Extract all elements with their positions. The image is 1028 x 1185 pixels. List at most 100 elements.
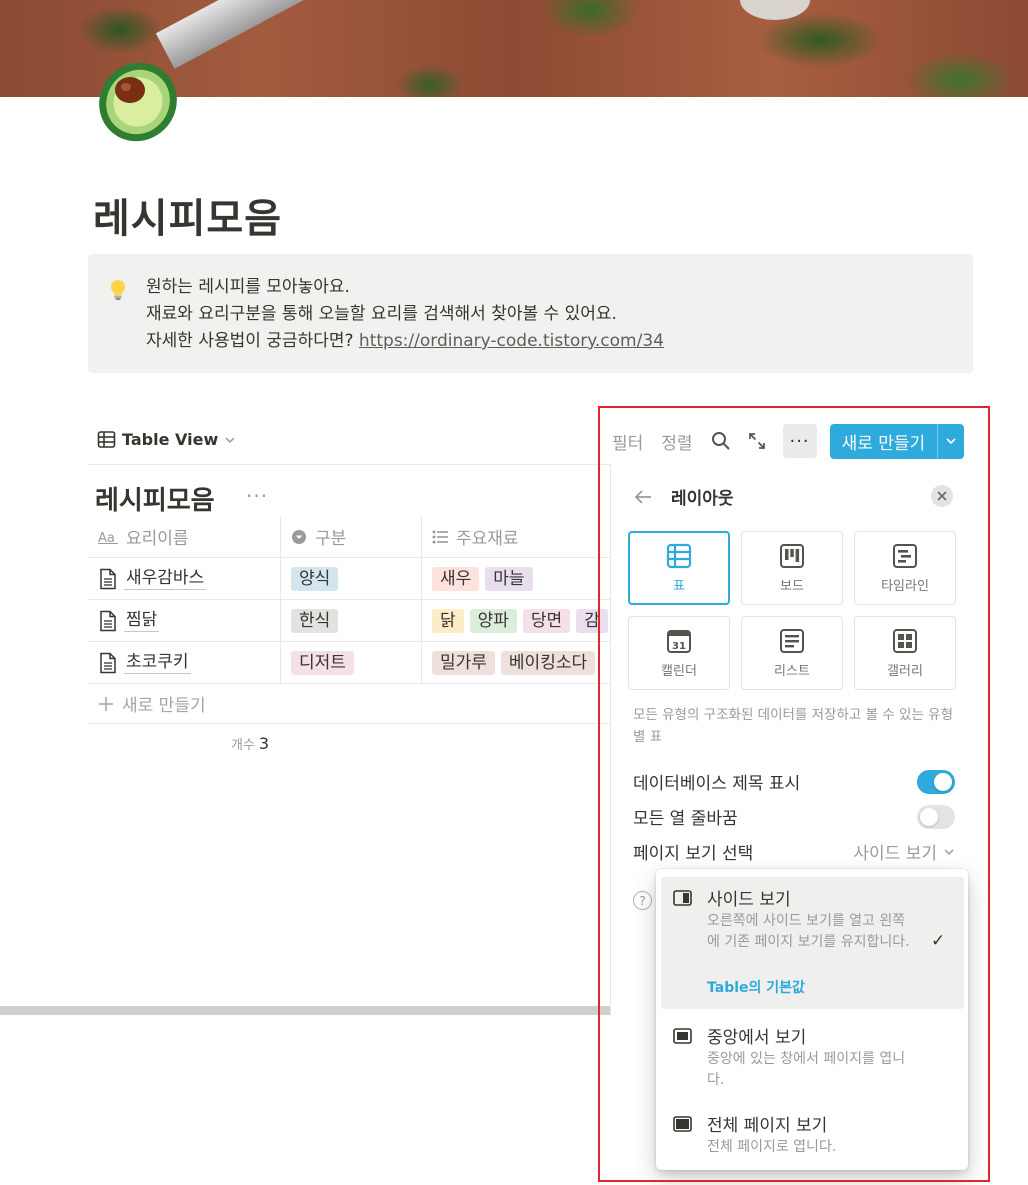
close-icon bbox=[937, 491, 947, 501]
setting-show-title[interactable]: 데이터베이스 제목 표시 bbox=[633, 769, 955, 794]
new-row-button[interactable]: 새로 만들기 bbox=[88, 684, 610, 724]
table-row[interactable]: 초코쿠키 디저트 밀가루 베이킹소다 bbox=[88, 642, 610, 684]
layout-description: 모든 유형의 구조화된 데이터를 저장하고 볼 수 있는 유형별 표 bbox=[633, 707, 953, 745]
page-title[interactable]: 레시피모음 bbox=[93, 186, 282, 244]
lightbulb-icon bbox=[111, 280, 125, 300]
page-view-select[interactable]: 사이드 보기 bbox=[853, 839, 955, 864]
table-icon bbox=[97, 431, 116, 448]
ingredient-tag: 당면 bbox=[522, 608, 571, 633]
callout-line-2: 재료와 요리구분을 통해 오늘할 요리를 검색해서 찾아볼 수 있어요. bbox=[146, 304, 617, 324]
setting-page-view[interactable]: 페이지 보기 선택 사이드 보기 bbox=[633, 839, 955, 864]
page-icon bbox=[100, 652, 116, 673]
ingredient-tag: 감 bbox=[576, 608, 608, 633]
divider bbox=[88, 464, 610, 465]
setting-wrap-columns[interactable]: 모든 열 줄바꿈 bbox=[633, 804, 955, 829]
column-header-category[interactable]: 구분 bbox=[281, 516, 422, 557]
timeline-icon bbox=[893, 543, 917, 568]
callout-line-3-text: 자세한 사용법이 궁금하다면? bbox=[146, 331, 359, 351]
avocado-icon[interactable] bbox=[92, 52, 192, 144]
cover-mushroom-shape bbox=[740, 0, 810, 20]
layout-option-calendar[interactable]: 31 캘린더 bbox=[628, 616, 730, 690]
callout-link[interactable]: https://ordinary-code.tistory.com/34 bbox=[359, 331, 664, 351]
filter-button[interactable]: 필터 bbox=[612, 429, 643, 454]
side-peek-icon bbox=[673, 890, 692, 906]
page-view-option-center[interactable]: 중앙에서 보기 중앙에 있는 창에서 페이지를 엽니다. bbox=[661, 1015, 964, 1093]
page-icon bbox=[100, 610, 116, 631]
gallery-icon bbox=[893, 628, 917, 653]
page-view-option-side[interactable]: 사이드 보기 오른쪽에 사이드 보기를 열고 왼쪽에 기존 페이지 보기를 유지… bbox=[661, 877, 964, 1009]
option-title: 중앙에서 보기 bbox=[707, 1028, 807, 1048]
sort-button[interactable]: 정렬 bbox=[661, 429, 692, 454]
center-peek-icon bbox=[673, 1028, 692, 1044]
layout-options: 표 보드 타임라인 31 캘린더 리스트 갤러리 bbox=[628, 531, 956, 690]
layout-option-gallery[interactable]: 갤러리 bbox=[854, 616, 956, 690]
view-switcher[interactable]: Table View bbox=[97, 430, 236, 449]
option-description: 전체 페이지로 엽니다. bbox=[707, 1139, 837, 1155]
chevron-down-icon bbox=[944, 848, 954, 855]
category-tag: 디저트 bbox=[291, 650, 354, 675]
layout-option-table[interactable]: 표 bbox=[628, 531, 730, 605]
column-header-name[interactable]: Aa 요리이름 bbox=[88, 516, 281, 557]
database-more-button[interactable]: ··· bbox=[246, 484, 268, 508]
text-property-icon: Aa bbox=[98, 531, 118, 544]
recipe-name[interactable]: 찜닭 bbox=[124, 609, 160, 632]
toggle-knob bbox=[920, 807, 938, 826]
row-count[interactable]: 개수 3 bbox=[231, 734, 269, 753]
callout-line-1: 원하는 레시피를 모아놓아요. bbox=[146, 277, 350, 297]
help-icon[interactable]: ? bbox=[633, 891, 652, 910]
setting-label: 페이지 보기 선택 bbox=[633, 844, 754, 864]
row-count-value: 3 bbox=[258, 734, 270, 753]
layout-option-board[interactable]: 보드 bbox=[741, 531, 843, 605]
layout-label: 리스트 bbox=[774, 663, 810, 679]
svg-text:31: 31 bbox=[672, 641, 686, 652]
layout-option-timeline[interactable]: 타임라인 bbox=[854, 531, 956, 605]
layout-label: 타임라인 bbox=[881, 578, 929, 594]
horizontal-scrollbar[interactable] bbox=[0, 1006, 610, 1015]
new-button-group: 새로 만들기 bbox=[829, 423, 965, 459]
expand-icon[interactable] bbox=[747, 431, 767, 451]
plus-icon bbox=[99, 696, 113, 711]
back-arrow-icon[interactable] bbox=[633, 489, 653, 505]
page-view-dropdown: 사이드 보기 오른쪽에 사이드 보기를 열고 왼쪽에 기존 페이지 보기를 유지… bbox=[656, 869, 968, 1170]
ingredient-tag: 새우 bbox=[432, 566, 480, 591]
view-name: Table View bbox=[122, 430, 219, 449]
new-button-dropdown[interactable] bbox=[937, 423, 965, 459]
layout-label: 표 bbox=[673, 578, 685, 594]
layout-option-list[interactable]: 리스트 bbox=[741, 616, 843, 690]
layout-label: 갤러리 bbox=[887, 663, 923, 679]
list-icon bbox=[780, 628, 804, 653]
setting-label: 모든 열 줄바꿈 bbox=[633, 809, 738, 829]
recipe-name[interactable]: 초코쿠키 bbox=[124, 651, 191, 674]
more-options-button[interactable]: ··· bbox=[782, 424, 817, 458]
new-row-label: 새로 만들기 bbox=[122, 696, 206, 716]
wrap-columns-toggle[interactable] bbox=[917, 804, 955, 829]
layout-label: 보드 bbox=[780, 578, 804, 594]
column-header-ingredients[interactable]: 주요재료 bbox=[422, 516, 610, 557]
show-title-toggle[interactable] bbox=[917, 769, 955, 794]
table-row[interactable]: 찜닭 한식 닭 양파 당면 감 bbox=[88, 600, 610, 642]
column-header-label: 주요재료 bbox=[456, 529, 519, 549]
ingredient-tag: 마늘 bbox=[485, 566, 533, 591]
chevron-down-icon bbox=[225, 436, 235, 443]
table-icon bbox=[666, 543, 692, 568]
option-description: 오른쪽에 사이드 보기를 열고 왼쪽에 기존 페이지 보기를 유지합니다. bbox=[707, 913, 910, 950]
option-title: 전체 페이지 보기 bbox=[707, 1116, 828, 1136]
database-toolbar: 필터 정렬 ··· 새로 만들기 bbox=[612, 423, 965, 459]
column-header-label: 구분 bbox=[315, 529, 347, 549]
ingredient-tag: 닭 bbox=[432, 608, 464, 633]
category-tag: 양식 bbox=[291, 566, 339, 591]
toggle-knob bbox=[934, 772, 952, 791]
close-button[interactable] bbox=[931, 485, 953, 507]
table-header: Aa 요리이름 구분 주요재료 bbox=[88, 516, 610, 558]
page-view-option-full[interactable]: 전체 페이지 보기 전체 페이지로 엽니다. bbox=[661, 1103, 964, 1163]
database-title[interactable]: 레시피모음 bbox=[95, 480, 215, 517]
recipe-name[interactable]: 새우감바스 bbox=[124, 567, 207, 590]
select-property-icon bbox=[292, 529, 306, 544]
multi-select-property-icon bbox=[432, 530, 448, 543]
option-default-label: Table의 기본값 bbox=[707, 980, 805, 996]
category-tag: 한식 bbox=[291, 608, 339, 633]
callout-block[interactable]: 원하는 레시피를 모아놓아요. 재료와 요리구분을 통해 오늘할 요리를 검색해… bbox=[88, 254, 973, 373]
new-button[interactable]: 새로 만들기 bbox=[829, 423, 938, 459]
table-row[interactable]: 새우감바스 양식 새우 마늘 bbox=[88, 558, 610, 600]
search-icon[interactable] bbox=[711, 431, 731, 451]
